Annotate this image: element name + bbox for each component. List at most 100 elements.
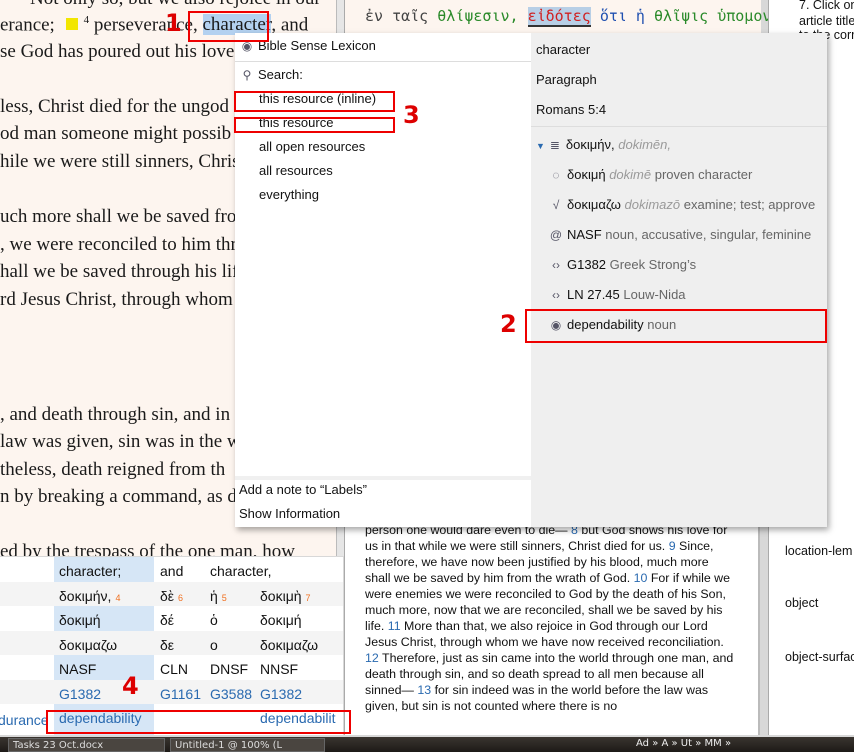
- verse-number[interactable]: 11: [388, 619, 401, 633]
- taskbar-item-word[interactable]: Tasks 23 Oct.docx: [8, 738, 165, 752]
- menu-item-show-information[interactable]: Show Information: [239, 506, 340, 521]
- greek-word[interactable]: ὅτι ἡ: [600, 7, 645, 25]
- entry-gloss: noun, accusative, singular, feminine: [605, 227, 812, 242]
- greek-word-selected[interactable]: εἰδότες: [527, 7, 591, 27]
- menu-entry[interactable]: √ δοκιμαζω dokimazō examine; test; approv…: [549, 197, 816, 212]
- cell-text: and: [160, 563, 184, 579]
- divider: [235, 476, 531, 480]
- interlinear-cell: CLN: [160, 661, 188, 677]
- interlinear-cell: δοκιμή: [260, 612, 302, 628]
- cell-text: ἡ: [210, 587, 218, 604]
- entry-main: NASF: [567, 227, 602, 242]
- text-line: , and death through sin, and in: [0, 404, 231, 425]
- right-panel-text: location-lem: [785, 544, 853, 558]
- interlinear-cell: ἡ5: [210, 588, 227, 604]
- interlinear-cell: δέ: [160, 612, 174, 628]
- interlinear-cell[interactable]: durance: [0, 712, 49, 728]
- text: perseverance,: [93, 14, 198, 36]
- verse-number: 4: [83, 14, 90, 26]
- menu-selection-word[interactable]: character: [536, 42, 590, 57]
- cell-text: ο: [210, 636, 218, 653]
- menu-entry[interactable]: ◌ δοκιμή dokimē proven character: [549, 167, 752, 182]
- menu-selection-reference[interactable]: Romans 5:4: [536, 102, 606, 117]
- expand-icon[interactable]: ▼: [536, 141, 545, 151]
- cell-text: δοκιμὴ: [260, 587, 302, 604]
- interlinear-cell[interactable]: G1161: [160, 686, 201, 702]
- entry-main: G1382: [567, 257, 607, 272]
- text-line: hall we be saved through his lif: [0, 261, 239, 282]
- note-icon[interactable]: [65, 18, 78, 31]
- menu-header-label: Bible Sense Lexicon: [258, 38, 376, 53]
- text-line: se God has poured out his love: [0, 41, 235, 62]
- cell-text: G1382: [59, 685, 102, 702]
- cell-text: CLN: [160, 661, 189, 677]
- cell-text: G1382: [260, 685, 303, 702]
- menu-item-all-resources[interactable]: all resources: [259, 163, 333, 178]
- text-line: rd Jesus Christ, through whom: [0, 289, 233, 310]
- cell-text: δοκιμαζω: [59, 636, 118, 653]
- menu-item-add-note[interactable]: Add a note to “Labels”: [239, 482, 367, 497]
- greek-word[interactable]: θλίψεσιν,: [437, 7, 518, 25]
- interlinear-cell: character,: [210, 563, 271, 579]
- entry-gloss: Louw-Nida: [623, 287, 686, 302]
- right-panel-text: object: [785, 596, 819, 610]
- cell-text: NNSF: [260, 661, 299, 677]
- divider: [235, 61, 531, 62]
- menu-item-all-open-resources[interactable]: all open resources: [259, 139, 365, 154]
- menu-selection-paragraph[interactable]: Paragraph: [536, 72, 597, 87]
- lemma-icon: ◌: [552, 168, 560, 182]
- cell-text: δοκιμαζω: [260, 636, 319, 653]
- annotation-number: 4: [122, 672, 139, 700]
- greek-word[interactable]: ἐν ταῖς: [365, 7, 428, 25]
- entry-main: δοκιμήν,: [565, 137, 615, 152]
- interlinear-cell: NNSF: [260, 661, 298, 677]
- cell-text: δέ: [160, 612, 175, 628]
- verse-number[interactable]: 9: [669, 539, 676, 553]
- word-number: 6: [178, 592, 184, 603]
- interlinear-cell: δοκιμή: [59, 612, 101, 628]
- interlinear-cell: ὁ: [210, 612, 218, 628]
- menu-entry[interactable]: ‹› G1382 Greek Strong’s: [549, 257, 696, 272]
- entry-translit: dokimēn,: [618, 137, 671, 152]
- menu-entry[interactable]: ▼ ≣ δοκιμήν, dokimēn,: [536, 137, 671, 152]
- root-icon: √: [552, 198, 560, 212]
- text-line: hile we were still sinners, Chris: [0, 151, 240, 172]
- interlinear-cell[interactable]: G3588: [210, 686, 252, 702]
- verse-number[interactable]: 10: [634, 571, 648, 585]
- greek-line: ἐν ταῖς θλίψεσιν, εἰδότες ὅτι ἡ θλῖψις ὑ…: [345, 0, 789, 34]
- cell-text: δὲ: [160, 587, 175, 604]
- interlinear-cell[interactable]: G1382: [59, 686, 101, 702]
- taskbar-tray[interactable]: Ad » A » Ut » MM »: [636, 738, 731, 749]
- verse-number[interactable]: 12: [365, 651, 379, 665]
- context-menu-right: character Paragraph Romans 5:4 ▼ ≣ δοκιμήν…: [531, 33, 827, 527]
- menu-entry[interactable]: @ NASF noun, accusative, singular, femini…: [549, 227, 811, 242]
- annotation-number: 3: [403, 101, 420, 129]
- search-icon: ⚲: [242, 68, 252, 82]
- cell-text: ὁ: [210, 612, 218, 628]
- interlinear-cell: δοκιμαζω: [59, 637, 117, 653]
- cell-text: G3588: [210, 685, 253, 702]
- interlinear-cell: character;: [59, 563, 121, 579]
- text-line: n by breaking a command, as di: [0, 486, 243, 507]
- taskbar-item-photoshop[interactable]: Untitled-1 @ 100% (L: [170, 738, 325, 752]
- bible-text: person one would dare even to die— 8 but…: [365, 522, 735, 714]
- annotation-box-3b: [234, 117, 395, 133]
- verse-number[interactable]: 13: [417, 683, 431, 697]
- menu-item-everything[interactable]: everything: [259, 187, 319, 202]
- right-panel-text: article title: [799, 14, 854, 28]
- divider: [531, 126, 827, 127]
- right-panel-text: object-surfac: [785, 650, 854, 664]
- word-number: 7: [305, 592, 311, 603]
- word-number: 4: [115, 592, 121, 603]
- search-label-text: Search:: [258, 67, 303, 82]
- interlinear-cell[interactable]: G1382: [260, 686, 302, 702]
- list-icon: ≣: [549, 138, 560, 152]
- annotation-box-3a: [234, 91, 395, 112]
- interlinear-cell: NASF: [59, 661, 96, 677]
- text-line: , we were reconciled to him thr: [0, 234, 237, 255]
- entry-main: δοκιμαζω: [567, 197, 621, 212]
- interlinear-cell: ο: [210, 637, 218, 653]
- verse-text: More than that, we also rejoice in God t…: [365, 619, 724, 649]
- menu-entry[interactable]: ‹› LN 27.45 Louw-Nida: [549, 287, 686, 302]
- cell-text: character,: [210, 563, 272, 579]
